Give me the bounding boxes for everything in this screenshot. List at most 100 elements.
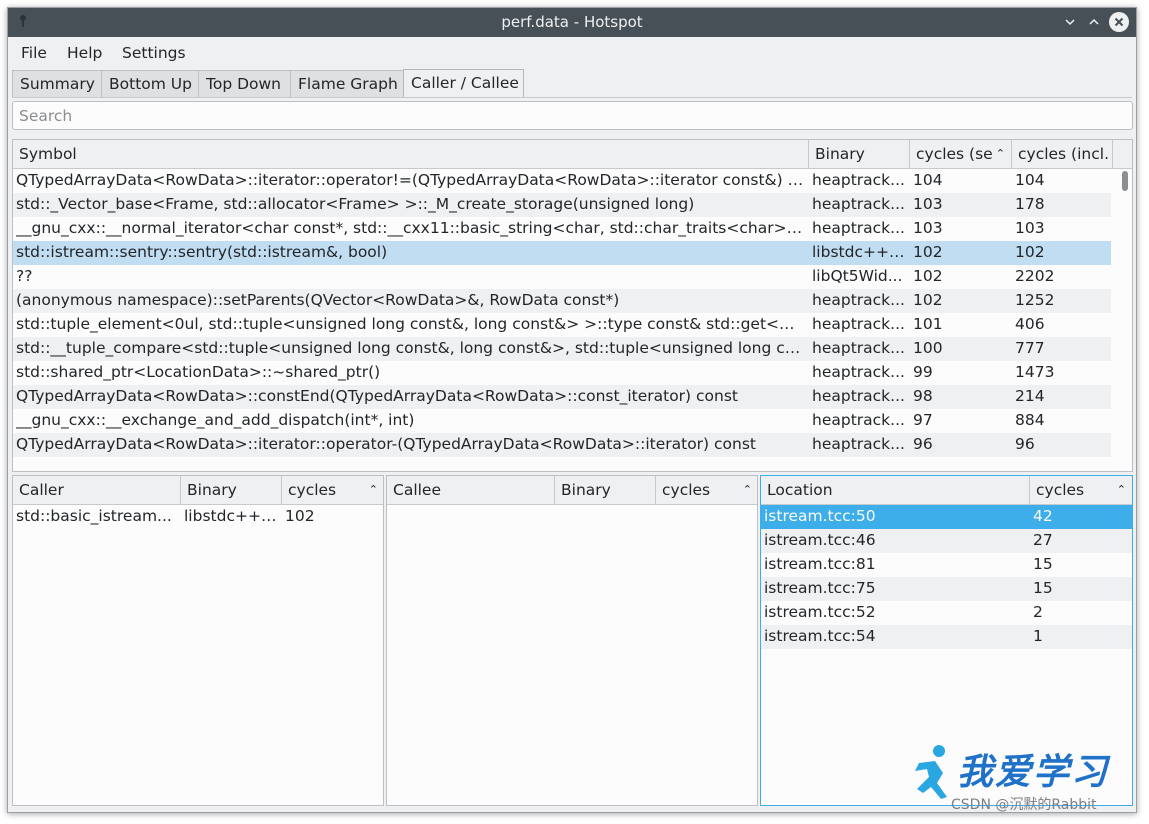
binary-cell: heaptrack...: [812, 315, 905, 333]
tab-flame-graph[interactable]: Flame Graph: [290, 70, 404, 98]
column-header-caller-binary[interactable]: Binary: [181, 476, 282, 505]
table-row[interactable]: std::istream::sentry::sentry(std::istrea…: [13, 241, 1111, 265]
symbols-table-scrollbar[interactable]: [1118, 169, 1132, 471]
symbols-table[interactable]: Symbol Binary cycles (se ⌃ cycles (incl.…: [12, 139, 1133, 472]
cycles-self-cell: 102: [913, 291, 943, 309]
location-table[interactable]: Location cycles ⌃ istream.tcc:50 42 istrea…: [760, 475, 1133, 806]
table-row[interactable]: istream.tcc:50 42: [761, 505, 1132, 529]
column-header-callee[interactable]: Callee: [387, 476, 555, 505]
table-row[interactable]: std::basic_istream... libstdc++.... 102: [13, 505, 383, 529]
symbol-cell: (anonymous namespace)::setParents(QVecto…: [16, 291, 620, 309]
cycles-incl-cell: 406: [1015, 315, 1045, 333]
sort-ascending-icon: ⌃: [995, 147, 1005, 160]
callee-table[interactable]: Callee Binary cycles ⌃: [386, 475, 758, 806]
column-header-caller-cycles[interactable]: cycles ⌃: [282, 476, 383, 505]
caller-binary-cell: libstdc++....: [184, 507, 277, 525]
table-row[interactable]: ?? libQt5Wid... 102 2202: [13, 265, 1111, 289]
menu-settings[interactable]: Settings: [122, 44, 186, 62]
column-header-callee-binary[interactable]: Binary: [555, 476, 656, 505]
table-row[interactable]: istream.tcc:46 27: [761, 529, 1132, 553]
table-row[interactable]: std::tuple_element<0ul, std::tuple<unsig…: [13, 313, 1111, 337]
binary-cell: libQt5Wid...: [812, 267, 903, 285]
location-cell: istream.tcc:50: [764, 507, 876, 525]
symbol-cell: std::__tuple_compare<std::tuple<unsigned…: [16, 339, 804, 357]
tab-summary[interactable]: Summary: [12, 70, 102, 98]
binary-cell: heaptrack...: [812, 435, 905, 453]
table-row[interactable]: std::__tuple_compare<std::tuple<unsigned…: [13, 337, 1111, 361]
column-header-location-cycles-label: cycles: [1036, 481, 1085, 499]
table-row[interactable]: QTypedArrayData<RowData>::iterator::oper…: [13, 169, 1111, 193]
location-cycles-cell: 1: [1033, 627, 1043, 645]
symbol-cell: __gnu_cxx::__exchange_and_add_dispatch(i…: [16, 411, 415, 429]
column-header-cycles-incl[interactable]: cycles (incl.: [1012, 140, 1113, 169]
caller-name-cell: std::basic_istream...: [16, 507, 172, 525]
column-header-cycles-self-label: cycles (se: [916, 145, 993, 163]
cycles-incl-cell: 777: [1015, 339, 1045, 357]
table-row[interactable]: __gnu_cxx::__exchange_and_add_dispatch(i…: [13, 409, 1111, 433]
tab-caller-callee[interactable]: Caller / Callee: [403, 69, 524, 98]
symbol-cell: __gnu_cxx::__normal_iterator<char const*…: [16, 219, 804, 237]
table-row[interactable]: istream.tcc:81 15: [761, 553, 1132, 577]
location-cycles-cell: 15: [1033, 579, 1053, 597]
close-button[interactable]: [1109, 12, 1129, 32]
binary-cell: heaptrack...: [812, 219, 905, 237]
binary-cell: heaptrack...: [812, 387, 905, 405]
symbol-cell: std::_Vector_base<Frame, std::allocator<…: [16, 195, 695, 213]
location-cell: istream.tcc:54: [764, 627, 876, 645]
search-field[interactable]: [12, 101, 1133, 130]
column-header-callee-cycles[interactable]: cycles ⌃: [656, 476, 757, 505]
column-header-location[interactable]: Location: [761, 476, 1030, 505]
location-cycles-cell: 42: [1033, 507, 1053, 525]
table-row[interactable]: std::_Vector_base<Frame, std::allocator<…: [13, 193, 1111, 217]
hotspot-window: perf.data - Hotspot File Help Settings S…: [7, 7, 1137, 813]
caller-table[interactable]: Caller Binary cycles ⌃ std::basic_istrea…: [12, 475, 384, 806]
menu-file[interactable]: File: [21, 44, 47, 62]
symbol-cell: QTypedArrayData<RowData>::iterator::oper…: [16, 171, 804, 189]
location-cell: istream.tcc:75: [764, 579, 876, 597]
table-row[interactable]: std::shared_ptr<LocationData>::~shared_p…: [13, 361, 1111, 385]
table-row[interactable]: QTypedArrayData<RowData>::constEnd(QType…: [13, 385, 1111, 409]
scrollbar-thumb[interactable]: [1122, 171, 1128, 191]
location-cell: istream.tcc:52: [764, 603, 876, 621]
cycles-self-cell: 96: [913, 435, 933, 453]
menu-help[interactable]: Help: [67, 44, 102, 62]
binary-cell: heaptrack...: [812, 195, 905, 213]
table-row[interactable]: QTypedArrayData<RowData>::iterator::oper…: [13, 433, 1111, 457]
symbols-table-header: Symbol Binary cycles (se ⌃ cycles (incl.: [13, 140, 1132, 169]
column-header-caller[interactable]: Caller: [13, 476, 181, 505]
symbol-cell: ??: [16, 267, 33, 285]
cycles-self-cell: 100: [913, 339, 943, 357]
cycles-self-cell: 103: [913, 219, 943, 237]
table-row[interactable]: istream.tcc:75 15: [761, 577, 1132, 601]
maximize-button[interactable]: [1084, 12, 1104, 32]
cycles-incl-cell: 1473: [1015, 363, 1055, 381]
caller-table-header: Caller Binary cycles ⌃: [13, 476, 383, 505]
table-row[interactable]: __gnu_cxx::__normal_iterator<char const*…: [13, 217, 1111, 241]
title-bar[interactable]: perf.data - Hotspot: [8, 8, 1136, 37]
tab-top-down[interactable]: Top Down: [198, 70, 291, 98]
location-cycles-cell: 2: [1033, 603, 1043, 621]
column-header-location-cycles[interactable]: cycles ⌃: [1030, 476, 1132, 505]
cycles-self-cell: 102: [913, 243, 943, 261]
column-header-binary[interactable]: Binary: [809, 140, 910, 169]
search-input[interactable]: [13, 102, 1132, 129]
cycles-incl-cell: 214: [1015, 387, 1045, 405]
minimize-button[interactable]: [1060, 12, 1080, 32]
column-header-symbol[interactable]: Symbol: [13, 140, 809, 169]
location-cycles-cell: 27: [1033, 531, 1053, 549]
table-row[interactable]: istream.tcc:52 2: [761, 601, 1132, 625]
binary-cell: heaptrack...: [812, 291, 905, 309]
binary-cell: heaptrack...: [812, 339, 905, 357]
window-title: perf.data - Hotspot: [501, 13, 643, 31]
table-row[interactable]: istream.tcc:54 1: [761, 625, 1132, 649]
symbol-cell: std::shared_ptr<LocationData>::~shared_p…: [16, 363, 381, 381]
cycles-incl-cell: 884: [1015, 411, 1045, 429]
cycles-self-cell: 102: [913, 267, 943, 285]
binary-cell: libstdc++....: [812, 243, 905, 261]
table-row[interactable]: (anonymous namespace)::setParents(QVecto…: [13, 289, 1111, 313]
cycles-incl-cell: 178: [1015, 195, 1045, 213]
cycles-self-cell: 103: [913, 195, 943, 213]
tab-bottom-up[interactable]: Bottom Up: [101, 70, 199, 98]
column-header-cycles-self[interactable]: cycles (se ⌃: [910, 140, 1012, 169]
cycles-incl-cell: 2202: [1015, 267, 1055, 285]
